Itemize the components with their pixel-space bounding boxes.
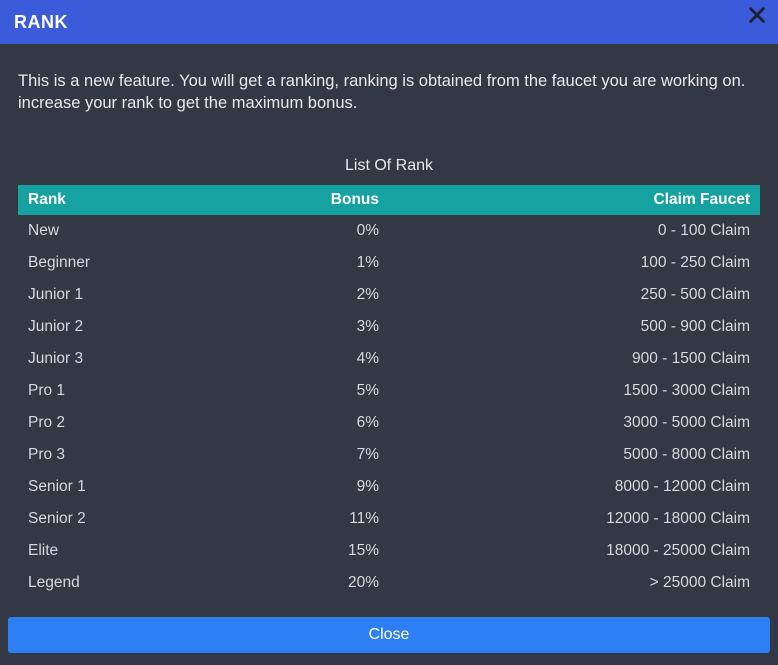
cell-claim: 100 - 250 Claim — [389, 247, 760, 279]
cell-rank: Junior 2 — [18, 311, 204, 343]
cell-rank: Elite — [18, 535, 204, 567]
col-bonus: Bonus — [204, 185, 390, 215]
table-row: Legend20%> 25000 Claim — [18, 567, 760, 599]
cell-rank: Legend — [18, 567, 204, 599]
cell-bonus: 15% — [204, 535, 390, 567]
cell-bonus: 9% — [204, 471, 390, 503]
list-title: List Of Rank — [18, 157, 760, 175]
table-row: Beginner1%100 - 250 Claim — [18, 247, 760, 279]
cell-claim: 3000 - 5000 Claim — [389, 407, 760, 439]
cell-bonus: 4% — [204, 343, 390, 375]
table-row: New0%0 - 100 Claim — [18, 215, 760, 247]
table-row: Senior 19%8000 - 12000 Claim — [18, 471, 760, 503]
table-row: Junior 12%250 - 500 Claim — [18, 279, 760, 311]
cell-claim: 500 - 900 Claim — [389, 311, 760, 343]
table-row: Senior 211%12000 - 18000 Claim — [18, 503, 760, 535]
cell-claim: > 25000 Claim — [389, 567, 760, 599]
cell-bonus: 2% — [204, 279, 390, 311]
cell-bonus: 11% — [204, 503, 390, 535]
intro-text: This is a new feature. You will get a ra… — [18, 70, 760, 115]
cell-claim: 5000 - 8000 Claim — [389, 439, 760, 471]
cell-rank: New — [18, 215, 204, 247]
table-row: Junior 34%900 - 1500 Claim — [18, 343, 760, 375]
cell-rank: Pro 2 — [18, 407, 204, 439]
close-icon[interactable] — [746, 4, 768, 26]
cell-claim: 8000 - 12000 Claim — [389, 471, 760, 503]
rank-table: Rank Bonus Claim Faucet New0%0 - 100 Cla… — [18, 185, 760, 599]
cell-rank: Junior 3 — [18, 343, 204, 375]
modal-title: RANK — [14, 12, 68, 33]
table-row: Pro 15%1500 - 3000 Claim — [18, 375, 760, 407]
table-row: Pro 26%3000 - 5000 Claim — [18, 407, 760, 439]
modal-body: This is a new feature. You will get a ra… — [0, 44, 778, 607]
cell-bonus: 5% — [204, 375, 390, 407]
cell-claim: 250 - 500 Claim — [389, 279, 760, 311]
cell-claim: 18000 - 25000 Claim — [389, 535, 760, 567]
col-claim: Claim Faucet — [389, 185, 760, 215]
cell-rank: Senior 2 — [18, 503, 204, 535]
modal-footer: Close — [0, 607, 778, 665]
cell-rank: Senior 1 — [18, 471, 204, 503]
table-header-row: Rank Bonus Claim Faucet — [18, 185, 760, 215]
rank-modal: RANK This is a new feature. You will get… — [0, 0, 778, 665]
cell-claim: 1500 - 3000 Claim — [389, 375, 760, 407]
cell-claim: 900 - 1500 Claim — [389, 343, 760, 375]
cell-rank: Junior 1 — [18, 279, 204, 311]
col-rank: Rank — [18, 185, 204, 215]
table-row: Elite15%18000 - 25000 Claim — [18, 535, 760, 567]
cell-bonus: 7% — [204, 439, 390, 471]
cell-rank: Pro 1 — [18, 375, 204, 407]
cell-rank: Pro 3 — [18, 439, 204, 471]
cell-bonus: 3% — [204, 311, 390, 343]
cell-claim: 12000 - 18000 Claim — [389, 503, 760, 535]
cell-bonus: 0% — [204, 215, 390, 247]
table-row: Pro 37%5000 - 8000 Claim — [18, 439, 760, 471]
cell-bonus: 1% — [204, 247, 390, 279]
table-row: Junior 23%500 - 900 Claim — [18, 311, 760, 343]
cell-rank: Beginner — [18, 247, 204, 279]
close-button[interactable]: Close — [8, 617, 770, 653]
modal-header: RANK — [0, 0, 778, 44]
cell-bonus: 20% — [204, 567, 390, 599]
cell-claim: 0 - 100 Claim — [389, 215, 760, 247]
cell-bonus: 6% — [204, 407, 390, 439]
